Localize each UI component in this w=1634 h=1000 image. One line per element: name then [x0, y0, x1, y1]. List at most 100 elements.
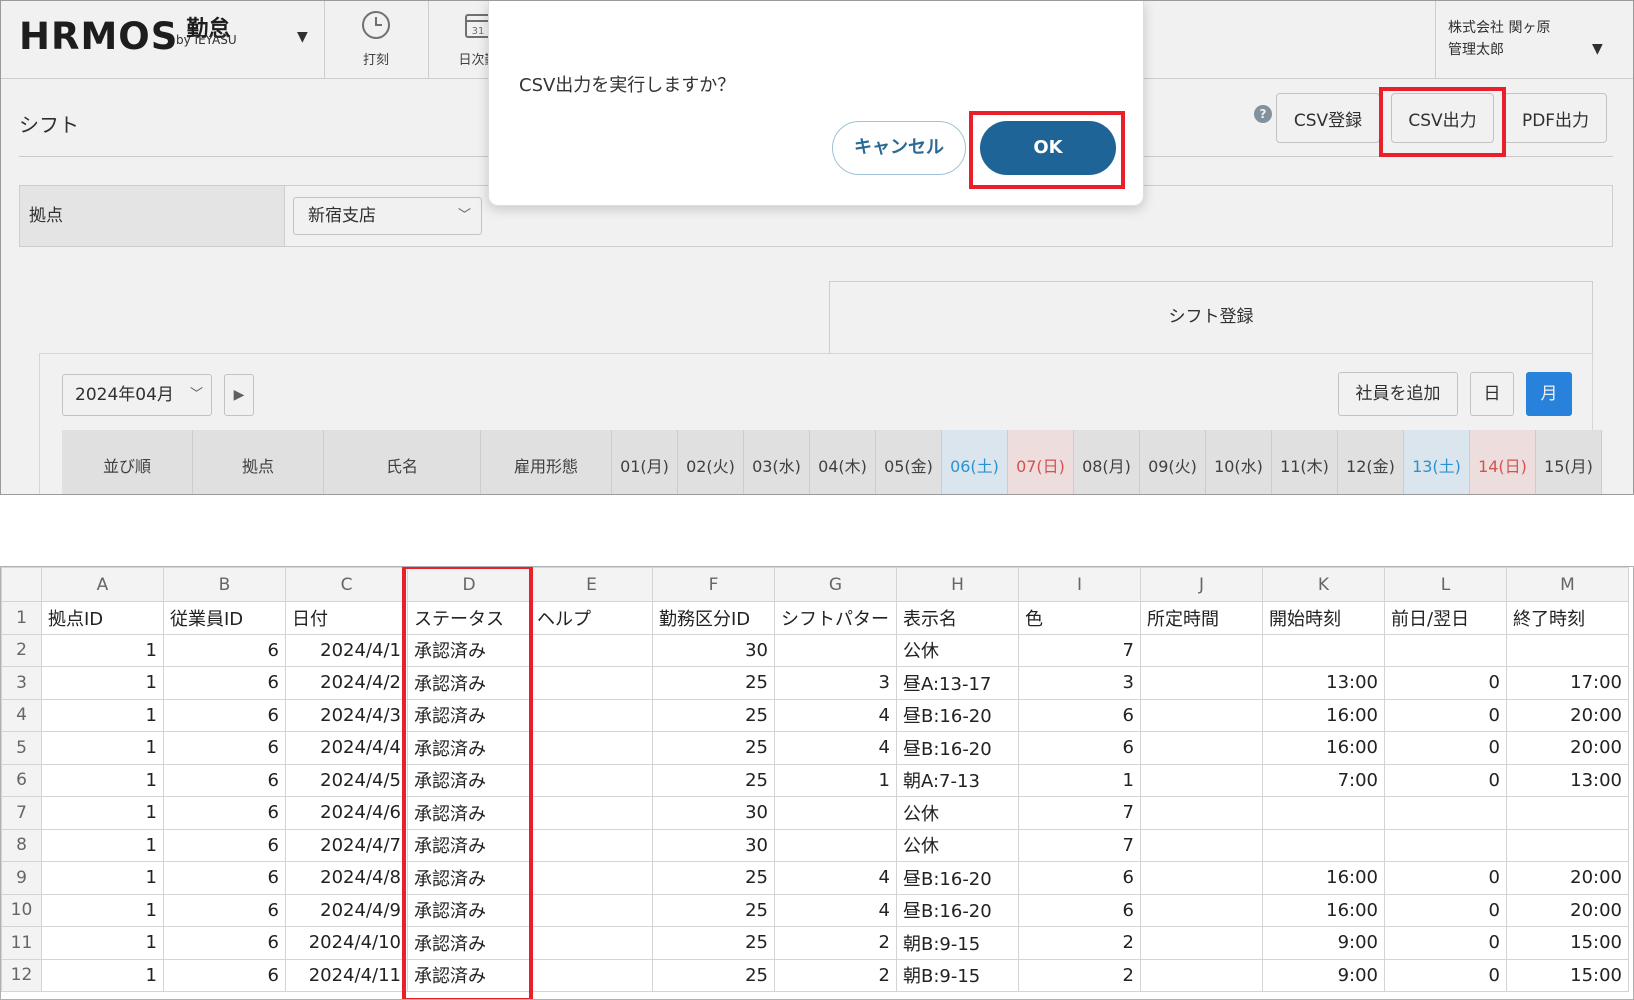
cell[interactable]: 2024/4/11 — [285, 958, 408, 992]
column-letter[interactable]: L — [1384, 567, 1507, 602]
cell[interactable]: 2024/4/8 — [285, 861, 408, 895]
column-letter[interactable]: B — [163, 567, 286, 602]
row-number[interactable]: 10 — [1, 893, 42, 927]
cell[interactable]: 1 — [774, 763, 897, 797]
cell[interactable]: 0 — [1384, 926, 1507, 960]
cell[interactable] — [1140, 893, 1263, 927]
cell[interactable]: 昼B:16-20 — [896, 893, 1019, 927]
cell[interactable] — [1506, 633, 1629, 667]
cell[interactable]: 2024/4/9 — [285, 893, 408, 927]
cell[interactable]: 従業員ID — [163, 601, 286, 635]
cell[interactable]: 25 — [652, 763, 775, 797]
column-header[interactable]: 雇用形態 — [481, 430, 612, 494]
cell[interactable]: 2 — [1018, 926, 1141, 960]
cell[interactable]: 30 — [652, 796, 775, 830]
day-column-header[interactable]: 12 (金) — [1338, 430, 1404, 494]
cell[interactable]: 0 — [1384, 958, 1507, 992]
cell[interactable]: 7:00 — [1262, 763, 1385, 797]
cell[interactable]: 承認済み — [407, 763, 531, 797]
cell[interactable] — [1140, 861, 1263, 895]
cell[interactable]: 1 — [41, 926, 164, 960]
cell[interactable]: 30 — [652, 633, 775, 667]
column-letter[interactable]: C — [285, 567, 408, 602]
cell[interactable]: 6 — [1018, 893, 1141, 927]
row-number[interactable]: 8 — [1, 828, 42, 862]
cell[interactable]: 25 — [652, 893, 775, 927]
cell[interactable]: ステータス — [407, 601, 531, 635]
cell[interactable]: 昼B:16-20 — [896, 731, 1019, 765]
cell[interactable]: 昼B:16-20 — [896, 861, 1019, 895]
row-number[interactable]: 12 — [1, 958, 42, 992]
cell[interactable] — [1506, 828, 1629, 862]
row-number[interactable]: 1 — [1, 601, 42, 635]
cell[interactable]: 1 — [1018, 763, 1141, 797]
cell[interactable]: 承認済み — [407, 926, 531, 960]
cell[interactable]: 2024/4/1 — [285, 633, 408, 667]
cell[interactable]: 16:00 — [1262, 731, 1385, 765]
cell[interactable]: 公休 — [896, 828, 1019, 862]
day-column-header[interactable]: 11 (木) — [1272, 430, 1338, 494]
ok-button[interactable]: OK — [980, 121, 1116, 175]
cell[interactable]: 15:00 — [1506, 958, 1629, 992]
row-number[interactable]: 7 — [1, 796, 42, 830]
cell[interactable]: 拠点ID — [41, 601, 164, 635]
column-letter[interactable]: A — [41, 567, 164, 602]
column-letter[interactable]: H — [896, 567, 1019, 602]
column-letter[interactable]: E — [530, 567, 653, 602]
cell[interactable]: 2 — [774, 926, 897, 960]
cell[interactable]: 承認済み — [407, 958, 531, 992]
cell[interactable] — [530, 893, 653, 927]
cell[interactable] — [1140, 666, 1263, 700]
user-menu[interactable]: 株式会社 関ヶ原 管理太郎 ▼ — [1435, 1, 1633, 79]
cell[interactable]: 30 — [652, 828, 775, 862]
cell[interactable] — [1262, 633, 1385, 667]
column-letter[interactable]: D — [407, 567, 531, 602]
pdf-export-button[interactable]: PDF出力 — [1504, 93, 1607, 143]
cell[interactable]: 6 — [1018, 698, 1141, 732]
month-view-button[interactable]: 月 — [1526, 372, 1572, 416]
cell[interactable] — [530, 666, 653, 700]
cell[interactable]: 2 — [774, 958, 897, 992]
cell[interactable]: 公休 — [896, 633, 1019, 667]
column-letter[interactable]: G — [774, 567, 897, 602]
cell[interactable]: 15:00 — [1506, 926, 1629, 960]
cell[interactable]: 25 — [652, 861, 775, 895]
day-column-header[interactable]: 07 (日) — [1008, 430, 1074, 494]
row-number[interactable]: 2 — [1, 633, 42, 667]
cell[interactable]: 承認済み — [407, 828, 531, 862]
cell[interactable]: 4 — [774, 893, 897, 927]
row-number[interactable]: 3 — [1, 666, 42, 700]
cell[interactable]: 6 — [163, 861, 286, 895]
day-column-header[interactable]: 03 (水) — [744, 430, 810, 494]
cell[interactable]: 25 — [652, 666, 775, 700]
cell[interactable]: 勤務区分ID — [652, 601, 775, 635]
cell[interactable]: 2024/4/5 — [285, 763, 408, 797]
cell[interactable]: ヘルプ — [530, 601, 653, 635]
cell[interactable]: 16:00 — [1262, 861, 1385, 895]
row-number[interactable]: 9 — [1, 861, 42, 895]
cell[interactable]: 6 — [163, 796, 286, 830]
cell[interactable]: 0 — [1384, 861, 1507, 895]
cell[interactable]: 色 — [1018, 601, 1141, 635]
location-select[interactable]: 新宿支店 ﹀ — [293, 197, 482, 235]
cell[interactable] — [1140, 796, 1263, 830]
cell[interactable] — [1384, 796, 1507, 830]
cell[interactable]: 1 — [41, 828, 164, 862]
cell[interactable]: 1 — [41, 893, 164, 927]
day-column-header[interactable]: 09 (火) — [1140, 430, 1206, 494]
nav-item-punch[interactable]: 打刻 — [324, 1, 428, 79]
cell[interactable]: 6 — [163, 893, 286, 927]
cell[interactable]: 6 — [1018, 861, 1141, 895]
cell[interactable]: 承認済み — [407, 633, 531, 667]
cell[interactable] — [1140, 633, 1263, 667]
cell[interactable] — [530, 763, 653, 797]
cell[interactable]: 承認済み — [407, 893, 531, 927]
cell[interactable]: 6 — [163, 698, 286, 732]
day-column-header[interactable]: 10 (水) — [1206, 430, 1272, 494]
column-header[interactable]: 拠点 — [193, 430, 324, 494]
cell[interactable]: 1 — [41, 633, 164, 667]
cell[interactable]: 朝B:9-15 — [896, 958, 1019, 992]
cell[interactable]: 1 — [41, 666, 164, 700]
column-letter[interactable]: J — [1140, 567, 1263, 602]
column-letter[interactable]: F — [652, 567, 775, 602]
